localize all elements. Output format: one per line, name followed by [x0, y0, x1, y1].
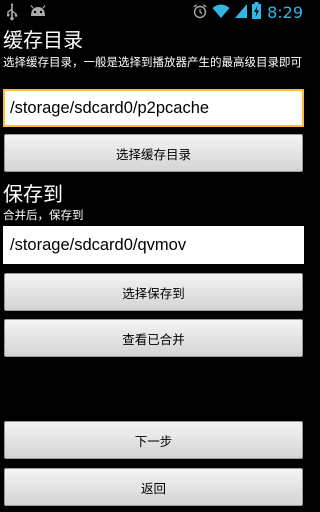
wifi-icon	[212, 3, 230, 23]
cache-dir-description: 选择缓存目录，一般是选择到播放器产生的最高级目录即可	[3, 55, 302, 69]
app-screen: 8:29 缓存目录 选择缓存目录，一般是选择到播放器产生的最高级目录即可 /st…	[0, 0, 307, 512]
select-save-to-button[interactable]: 选择保存到	[4, 273, 303, 311]
save-to-description: 合并后，保存到	[3, 208, 84, 222]
clock-time: 8:29	[267, 2, 303, 22]
status-bar-notifications	[6, 3, 48, 25]
select-cache-dir-button[interactable]: 选择缓存目录	[4, 134, 303, 172]
status-bar-system: 8:29	[192, 2, 303, 23]
signal-icon	[234, 3, 248, 23]
android-debug-icon	[28, 4, 48, 24]
save-path-input[interactable]: /storage/sdcard0/qvmov	[3, 226, 304, 264]
save-to-title: 保存到	[3, 182, 63, 206]
usb-icon	[6, 3, 18, 25]
cache-path-input[interactable]: /storage/sdcard0/p2pcache	[3, 89, 304, 127]
status-bar: 8:29	[0, 0, 307, 25]
alarm-icon	[192, 3, 208, 23]
battery-charging-icon	[252, 2, 262, 23]
cache-dir-title: 缓存目录	[3, 28, 83, 52]
back-button[interactable]: 返回	[4, 468, 303, 506]
view-merged-button[interactable]: 查看已合并	[4, 319, 303, 357]
next-button[interactable]: 下一步	[4, 421, 303, 459]
